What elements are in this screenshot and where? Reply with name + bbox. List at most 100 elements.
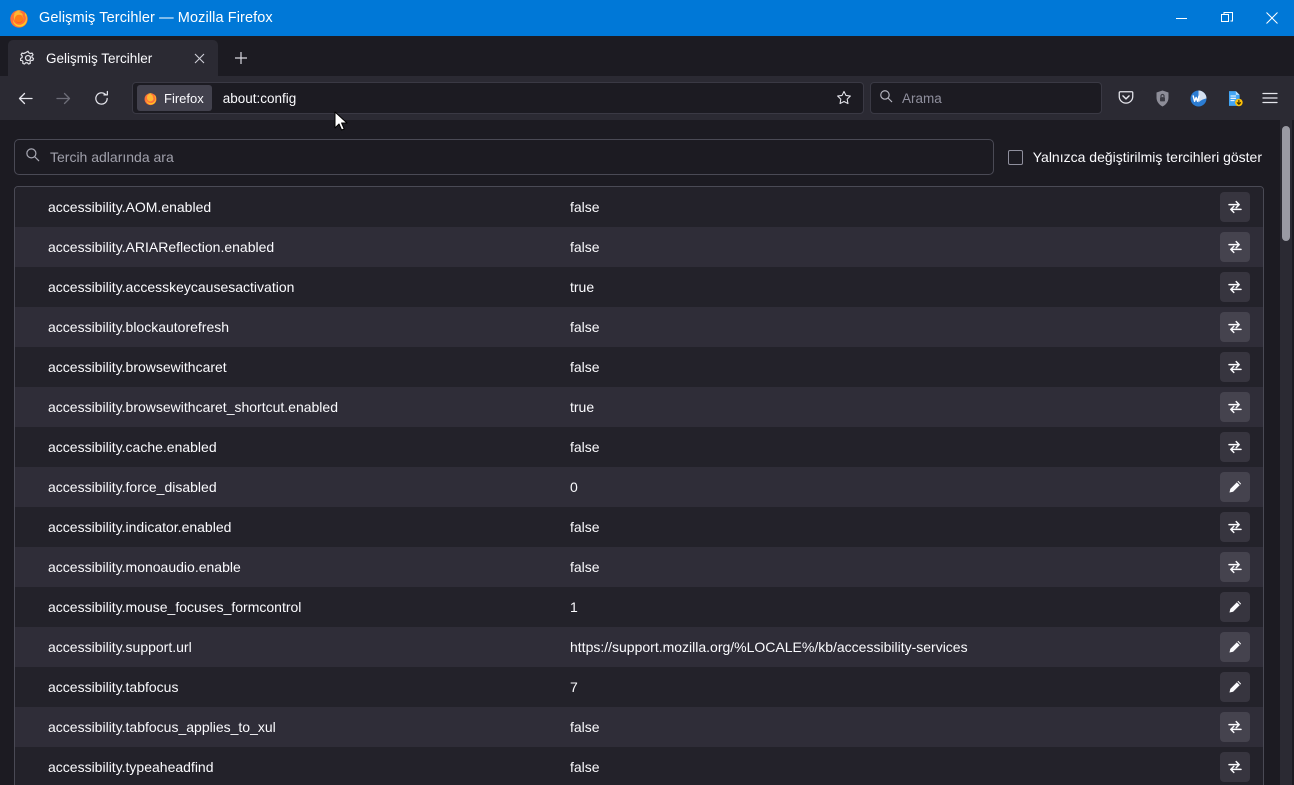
search-placeholder: Arama — [902, 90, 942, 106]
extension-w-icon[interactable] — [1182, 82, 1214, 114]
table-row[interactable]: accessibility.support.url https://suppor… — [15, 627, 1263, 667]
pref-action-cell — [1207, 712, 1263, 742]
tab-gelismis-tercihler[interactable]: Gelişmiş Tercihler — [8, 40, 218, 76]
reload-button[interactable] — [84, 81, 118, 115]
prefs-table: accessibility.AOM.enabled false accessib… — [14, 186, 1264, 785]
toggle-icon[interactable] — [1220, 352, 1250, 382]
url-text[interactable]: about:config — [223, 91, 829, 106]
table-row[interactable]: accessibility.AOM.enabled false — [15, 187, 1263, 227]
pref-value: false — [570, 239, 600, 255]
pref-action-cell — [1207, 312, 1263, 342]
pref-value: 0 — [570, 479, 578, 495]
pref-value: false — [570, 759, 600, 775]
toggle-icon[interactable] — [1220, 712, 1250, 742]
pref-search-input[interactable]: Tercih adlarında ara — [14, 139, 994, 175]
toggle-icon[interactable] — [1220, 192, 1250, 222]
pref-value: https://support.mozilla.org/%LOCALE%/kb/… — [570, 639, 968, 655]
identity-box[interactable]: Firefox — [137, 85, 212, 111]
filter-bar: Tercih adlarında ara Yalnızca değiştiril… — [0, 120, 1294, 180]
firefox-logo-icon — [8, 7, 30, 29]
firefox-window: Gelişmiş Tercihler — Mozilla Firefox Gel… — [0, 0, 1294, 785]
toggle-icon[interactable] — [1220, 512, 1250, 542]
pref-value: false — [570, 199, 600, 215]
table-row[interactable]: accessibility.browsewithcaret_shortcut.e… — [15, 387, 1263, 427]
shield-lock-icon[interactable] — [1146, 82, 1178, 114]
pref-name: accessibility.AOM.enabled — [48, 199, 212, 215]
pref-value: 1 — [570, 599, 578, 615]
title-bar: Gelişmiş Tercihler — Mozilla Firefox — [0, 0, 1294, 36]
search-icon — [879, 89, 893, 108]
pref-name: accessibility.force_disabled — [48, 479, 217, 495]
show-modified-only-label: Yalnızca değiştirilmiş tercihleri göster — [1032, 149, 1262, 165]
table-row[interactable]: accessibility.cache.enabled false — [15, 427, 1263, 467]
table-row[interactable]: accessibility.typeaheadfind false — [15, 747, 1263, 785]
toggle-icon[interactable] — [1220, 392, 1250, 422]
search-icon — [25, 147, 40, 167]
restore-button[interactable] — [1204, 0, 1249, 36]
pref-value: false — [570, 359, 600, 375]
bookmark-star-icon[interactable] — [829, 84, 859, 112]
pref-name: accessibility.tabfocus_applies_to_xul — [48, 719, 276, 735]
table-row[interactable]: accessibility.blockautorefresh false — [15, 307, 1263, 347]
checkbox-box[interactable] — [1007, 149, 1023, 165]
pref-action-cell — [1207, 752, 1263, 782]
forward-button[interactable] — [46, 81, 80, 115]
pref-action-cell — [1207, 632, 1263, 662]
pref-name: accessibility.browsewithcaret_shortcut.e… — [48, 399, 338, 415]
edit-icon[interactable] — [1220, 672, 1250, 702]
scrollbar-thumb[interactable] — [1282, 126, 1290, 241]
pref-value: true — [570, 279, 595, 295]
table-row[interactable]: accessibility.indicator.enabled false — [15, 507, 1263, 547]
table-row[interactable]: accessibility.ARIAReflection.enabled fal… — [15, 227, 1263, 267]
pref-action-cell — [1207, 392, 1263, 422]
tab-label: Gelişmiş Tercihler — [46, 50, 153, 66]
toggle-icon[interactable] — [1220, 232, 1250, 262]
pref-name: accessibility.accesskeycausesactivation — [48, 279, 295, 295]
table-row[interactable]: accessibility.mouse_focuses_formcontrol … — [15, 587, 1263, 627]
toggle-icon[interactable] — [1220, 552, 1250, 582]
pref-value: 7 — [570, 679, 578, 695]
toggle-icon[interactable] — [1220, 752, 1250, 782]
window-controls — [1159, 0, 1294, 36]
edit-icon[interactable] — [1220, 632, 1250, 662]
search-bar[interactable]: Arama — [870, 82, 1102, 114]
pref-name: accessibility.typeaheadfind — [48, 759, 214, 775]
edit-icon[interactable] — [1220, 592, 1250, 622]
pref-name: accessibility.monoaudio.enable — [48, 559, 241, 575]
vertical-scrollbar[interactable] — [1280, 120, 1292, 785]
pref-value: false — [570, 319, 600, 335]
pocket-icon[interactable] — [1110, 82, 1142, 114]
minimize-button[interactable] — [1159, 0, 1204, 36]
edit-icon[interactable] — [1220, 472, 1250, 502]
pref-action-cell — [1207, 472, 1263, 502]
tab-strip: Gelişmiş Tercihler — [0, 36, 1294, 76]
close-button[interactable] — [1249, 0, 1294, 36]
pref-action-cell — [1207, 352, 1263, 382]
back-button[interactable] — [8, 81, 42, 115]
pref-value: false — [570, 719, 600, 735]
toggle-icon[interactable] — [1220, 432, 1250, 462]
pref-action-cell — [1207, 552, 1263, 582]
toggle-icon[interactable] — [1220, 272, 1250, 302]
window-title: Gelişmiş Tercihler — Mozilla Firefox — [39, 10, 273, 26]
pref-name: accessibility.browsewithcaret — [48, 359, 227, 375]
firefox-logo-icon — [143, 91, 158, 106]
table-row[interactable]: accessibility.tabfocus_applies_to_xul fa… — [15, 707, 1263, 747]
download-document-icon[interactable] — [1218, 82, 1250, 114]
table-row[interactable]: accessibility.tabfocus 7 — [15, 667, 1263, 707]
table-row[interactable]: accessibility.monoaudio.enable false — [15, 547, 1263, 587]
show-modified-only-checkbox[interactable]: Yalnızca değiştirilmiş tercihleri göster — [1007, 149, 1280, 165]
table-row[interactable]: accessibility.browsewithcaret false — [15, 347, 1263, 387]
tab-close-icon[interactable] — [188, 47, 210, 69]
pref-name: accessibility.blockautorefresh — [48, 319, 230, 335]
new-tab-button[interactable] — [224, 41, 258, 75]
pref-action-cell — [1207, 512, 1263, 542]
about-config-page: Tercih adlarında ara Yalnızca değiştiril… — [0, 120, 1294, 785]
table-row[interactable]: accessibility.force_disabled 0 — [15, 467, 1263, 507]
toggle-icon[interactable] — [1220, 312, 1250, 342]
identity-label: Firefox — [164, 90, 204, 106]
pref-search-placeholder: Tercih adlarında ara — [50, 149, 174, 165]
address-bar[interactable]: Firefox about:config — [132, 82, 864, 114]
hamburger-menu-icon[interactable] — [1254, 82, 1286, 114]
table-row[interactable]: accessibility.accesskeycausesactivation … — [15, 267, 1263, 307]
